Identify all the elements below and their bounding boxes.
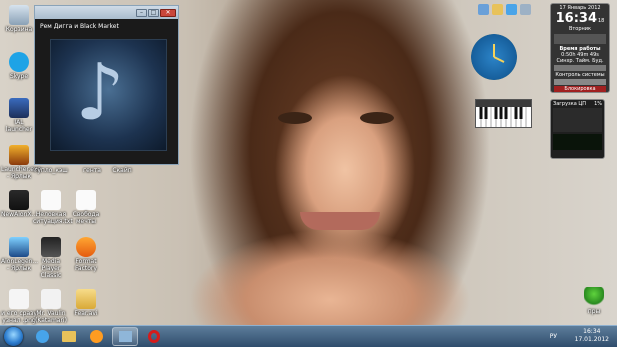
- control-label: Контроль системы: [555, 72, 605, 78]
- opera-icon: [148, 330, 160, 343]
- lock-button[interactable]: Блокировка: [554, 86, 606, 92]
- audio-file-icon: [41, 289, 61, 309]
- desktop-icon-mpc[interactable]: Media Player Classic: [33, 237, 69, 279]
- taskbar-ie[interactable]: [29, 327, 55, 346]
- desktop-icon-mp3[interactable]: Mr. Vaulin (Katamari): [33, 289, 69, 324]
- ie-icon-small[interactable]: [506, 4, 517, 15]
- desktop-icon-gupo[interactable]: гупло_кэш: [33, 167, 69, 174]
- desktop-icon-ial-launcher[interactable]: IAL launcher: [1, 98, 37, 133]
- desktop-icon-small[interactable]: [478, 4, 489, 15]
- taskbar-explorer[interactable]: [56, 327, 82, 346]
- clock-gadget[interactable]: [471, 34, 517, 80]
- folder-icon: [76, 289, 96, 309]
- cpu-meter-gadget[interactable]: Загрузка ЦП 1%: [550, 99, 605, 159]
- piano-gadget[interactable]: [475, 99, 532, 128]
- sync-label: Синхр. Тайм. Буд.: [556, 58, 604, 64]
- image-file-icon: [9, 289, 29, 309]
- maximize-button[interactable]: □: [148, 8, 159, 17]
- media-play-icon: [89, 330, 103, 343]
- desktop-icon-txt-file[interactable]: Неловкая ситуация.txt: [33, 190, 73, 225]
- piano-top-bar: [476, 100, 531, 107]
- desktop-icon-format-factory[interactable]: Format Factory: [68, 237, 104, 272]
- wallpaper-eye-right: [360, 112, 394, 124]
- start-button[interactable]: [4, 327, 23, 346]
- desktop-icon-skype-file[interactable]: Скайп: [104, 167, 140, 174]
- music-note-icon: ♪: [75, 48, 125, 138]
- tray-date: 17.01.2012: [574, 336, 609, 343]
- close-button[interactable]: ✕: [160, 8, 176, 17]
- cpu-title: Загрузка ЦП: [553, 101, 587, 107]
- language-indicator[interactable]: РУ: [550, 333, 557, 340]
- text-file-icon: [41, 190, 61, 210]
- cpu-percent: 1%: [594, 101, 602, 107]
- app-icon: [118, 331, 132, 342]
- desktop-icon-folder[interactable]: Fear.avi: [68, 289, 104, 317]
- desktop-icon-launcher[interactable]: Launcher.exe - Ярлык: [1, 145, 41, 180]
- desktop-icon-recycle-bin[interactable]: Корзина: [1, 5, 37, 33]
- apps-icon-small[interactable]: [520, 4, 531, 15]
- system-clock-gadget[interactable]: 17 Январь 2012 16:34 18 Вторник Время ра…: [550, 3, 610, 93]
- track-title: Рем Дигга и Black Market: [40, 23, 119, 30]
- cpu-graph: [553, 134, 602, 150]
- gadget-status-bars: [554, 34, 606, 44]
- taskbar-clock[interactable]: 16:34 17.01.2012: [575, 328, 609, 344]
- system-tray: РУ: [550, 326, 557, 347]
- taskbar-media-player[interactable]: [83, 327, 109, 346]
- document-icon: [76, 190, 96, 210]
- gadget-time: 16:34: [555, 11, 597, 26]
- wallpaper-eye-left: [278, 112, 312, 124]
- taskbar: РУ 16:34 17.01.2012: [0, 325, 617, 347]
- quick-launch-toolbar: [478, 4, 531, 15]
- clock-hands-icon: [493, 44, 505, 63]
- cpu-core-table: [553, 108, 602, 132]
- album-art: ♪: [50, 39, 167, 151]
- recycle-bin-icon: [9, 5, 29, 25]
- desktop-icon-png-file[interactable]: и его сразу узнал .png: [1, 289, 37, 324]
- taskbar-opera[interactable]: [141, 327, 167, 346]
- launcher-icon: [9, 145, 29, 165]
- skype-icon: [9, 52, 29, 72]
- gadget-weekday: Вторник: [568, 26, 592, 32]
- tree-icon: [584, 287, 604, 307]
- format-factory-icon: [76, 237, 96, 257]
- desktop-icon-skype[interactable]: Skype: [1, 52, 37, 80]
- taskbar-app-active[interactable]: [112, 327, 138, 346]
- desktop-icon-tree[interactable]: пры: [576, 287, 612, 315]
- gadget-seconds: 18: [598, 18, 605, 24]
- piano-keys-icon: [476, 107, 531, 127]
- aion-legends-icon: [9, 237, 29, 257]
- desktop-icon-newaion[interactable]: NewAionX...: [1, 190, 37, 218]
- ial-launcher-icon: [9, 98, 29, 118]
- desktop-icon-aionlegends[interactable]: AionLegen... - Ярлык: [1, 237, 38, 272]
- control-buttons[interactable]: [554, 79, 606, 85]
- folder-icon: [62, 331, 76, 342]
- ie-icon: [35, 330, 49, 343]
- player-titlebar[interactable]: – □ ✕: [35, 6, 178, 19]
- media-player-window[interactable]: – □ ✕ Рем Дигга и Black Market ♪: [34, 5, 179, 165]
- sync-controls[interactable]: [554, 65, 606, 71]
- media-player-icon: [41, 237, 61, 257]
- desktop-icon-svoboda[interactable]: Свобода мечты: [68, 190, 104, 225]
- tray-time: 16:34: [583, 328, 601, 335]
- minimize-button[interactable]: –: [136, 8, 147, 17]
- wallpaper-mouth: [300, 212, 380, 230]
- aion-icon: [9, 190, 29, 210]
- folder-icon-small[interactable]: [492, 4, 503, 15]
